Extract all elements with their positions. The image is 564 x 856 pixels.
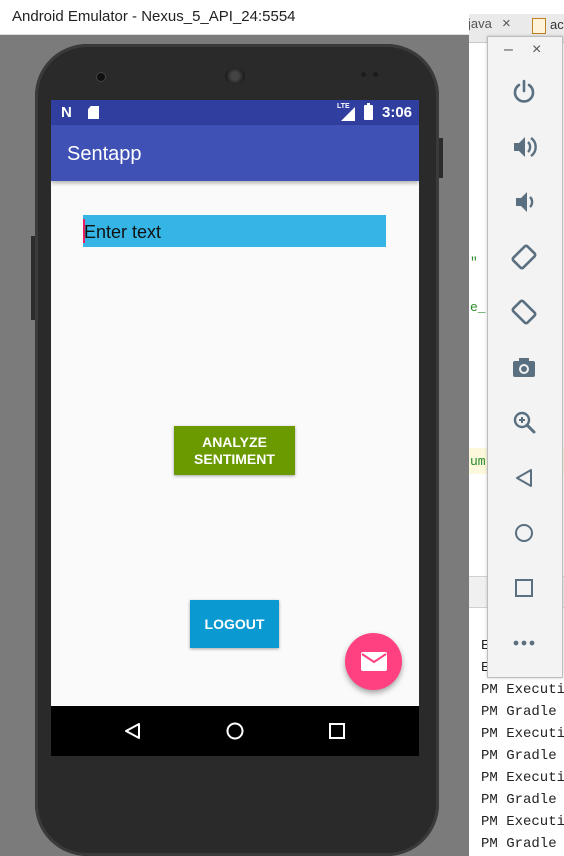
emulator-controls-panel: – × — [487, 36, 563, 678]
console-line: PM Gradle — [481, 748, 557, 764]
rotate-left-icon[interactable] — [511, 244, 537, 270]
front-camera — [96, 72, 106, 82]
console-line: PM Executi — [481, 770, 564, 786]
home-icon[interactable] — [226, 722, 244, 740]
email-icon — [361, 652, 387, 671]
emulator-title-bar[interactable]: Android Emulator - Nexus_5_API_24:5554 — [0, 0, 469, 35]
close-button[interactable]: × — [532, 41, 541, 59]
battery-icon — [364, 103, 373, 120]
code-fragment: " — [470, 255, 478, 270]
volume-up-icon[interactable] — [511, 134, 537, 160]
volume-down-icon[interactable] — [511, 189, 537, 215]
logout-button[interactable]: LOGOUT — [190, 600, 279, 648]
signal-icon — [341, 107, 355, 121]
more-icon[interactable] — [511, 630, 537, 656]
console-line: PM Gradle — [481, 836, 557, 852]
app-title: Sentapp — [67, 143, 142, 165]
console-line: PM Gradle — [481, 792, 557, 808]
console-line: PM Executi — [481, 682, 564, 698]
analyze-button-label-line2: SENTIMENT — [194, 450, 275, 467]
logout-button-label: LOGOUT — [204, 616, 265, 632]
home-icon[interactable] — [511, 520, 537, 546]
back-icon[interactable] — [123, 722, 141, 740]
recents-icon[interactable] — [329, 723, 345, 739]
analyze-sentiment-button[interactable]: ANALYZE SENTIMENT — [174, 426, 295, 475]
light-sensor — [373, 72, 378, 77]
camera-icon[interactable] — [511, 354, 537, 380]
minimize-button[interactable]: – — [504, 41, 513, 59]
power-icon[interactable] — [511, 79, 537, 105]
phone-screen: N LTE 3:06 Sentapp Enter text ANALYZE SE… — [51, 100, 419, 756]
proximity-sensor — [361, 72, 366, 77]
console-line: PM Gradle — [481, 704, 557, 720]
input-placeholder: Enter text — [84, 222, 162, 242]
console-line: PM Executi — [481, 726, 564, 742]
status-time: 3:06 — [382, 104, 413, 121]
ide-tab-close-icon[interactable]: × — [502, 15, 511, 32]
emulator-title: Android Emulator - Nexus_5_API_24:5554 — [12, 8, 296, 25]
rotate-right-icon[interactable] — [511, 299, 537, 325]
back-icon[interactable] — [511, 465, 537, 491]
email-fab-button[interactable] — [345, 633, 402, 690]
sd-card-icon — [88, 106, 99, 119]
notification-icon: N — [61, 104, 72, 121]
overview-icon[interactable] — [511, 575, 537, 601]
sentiment-text-input[interactable]: Enter text — [83, 215, 386, 247]
ide-tab-java[interactable]: java — [468, 16, 492, 31]
xml-file-icon — [532, 18, 546, 34]
analyze-button-label-line1: ANALYZE — [202, 433, 267, 450]
emulator-window: Android Emulator - Nexus_5_API_24:5554 N… — [0, 0, 469, 856]
zoom-icon[interactable] — [511, 409, 537, 435]
status-bar: N LTE 3:06 — [51, 100, 419, 125]
code-fragment: um — [470, 454, 486, 469]
app-bar: Sentapp — [51, 125, 419, 181]
code-fragment: e_ — [470, 300, 486, 315]
navigation-bar — [51, 706, 419, 756]
console-line: PM Executi — [481, 814, 564, 830]
ide-tab-xml[interactable]: ac — [550, 17, 564, 32]
earpiece-speaker — [225, 68, 245, 84]
